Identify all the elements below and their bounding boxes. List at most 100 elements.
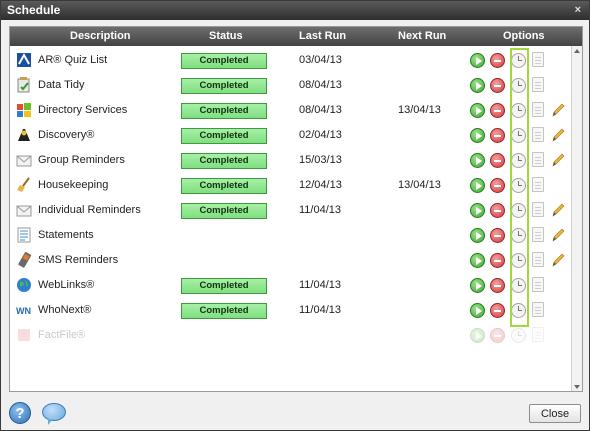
report-icon[interactable] [532, 177, 544, 192]
schedule-row[interactable]: Housekeeping Completed 12/04/13 13/04/13 [10, 173, 573, 198]
status-badge: Completed [181, 103, 267, 119]
task-description: Discovery® [38, 129, 95, 141]
stop-icon[interactable] [490, 103, 505, 118]
scroll-down-arrow-icon[interactable] [574, 385, 580, 389]
task-description: Data Tidy [38, 79, 85, 91]
task-description: Individual Reminders [38, 204, 141, 216]
schedule-row[interactable]: WebLinks® Completed 11/04/13 [10, 273, 573, 298]
discovery-icon [16, 127, 32, 143]
report-icon[interactable] [532, 227, 544, 242]
pencil-icon[interactable] [551, 152, 565, 168]
pencil-icon[interactable] [551, 102, 565, 118]
report-icon[interactable] [532, 152, 544, 167]
stop-icon[interactable] [490, 328, 505, 343]
report-icon[interactable] [532, 52, 544, 67]
help-icon[interactable]: ? [9, 402, 31, 424]
data-tidy-icon [16, 77, 32, 93]
run-icon[interactable] [470, 328, 485, 343]
vertical-scrollbar[interactable] [571, 46, 582, 391]
run-icon[interactable] [470, 78, 485, 93]
task-description: WhoNext® [38, 304, 92, 316]
stop-icon[interactable] [490, 203, 505, 218]
clock-icon[interactable] [511, 328, 526, 343]
schedule-row[interactable]: AR® Quiz List Completed 03/04/13 [10, 48, 573, 73]
report-icon[interactable] [532, 302, 544, 317]
column-header-description[interactable]: Description [70, 27, 131, 46]
report-icon[interactable] [532, 327, 544, 342]
ar-quiz-icon [16, 52, 32, 68]
task-description: Group Reminders [38, 154, 125, 166]
run-icon[interactable] [470, 53, 485, 68]
chat-bubble-icon[interactable] [42, 403, 66, 425]
schedule-row[interactable]: Individual Reminders Completed 11/04/13 [10, 198, 573, 223]
report-icon[interactable] [532, 277, 544, 292]
schedule-rows: AR® Quiz List Completed 03/04/13 Data Tidy C… [10, 46, 573, 391]
envelope-icon [16, 152, 32, 168]
task-description: AR® Quiz List [38, 54, 108, 66]
report-icon[interactable] [532, 77, 544, 92]
column-header-last-run[interactable]: Last Run [299, 27, 346, 46]
schedule-window: Schedule × Description Status Last Run N… [0, 0, 590, 431]
task-description: SMS Reminders [38, 254, 119, 266]
run-icon[interactable] [470, 228, 485, 243]
task-description: FactFile® [38, 329, 86, 341]
pencil-icon[interactable] [551, 252, 565, 268]
run-icon[interactable] [470, 303, 485, 318]
schedule-row[interactable]: Data Tidy Completed 08/04/13 [10, 73, 573, 98]
stop-icon[interactable] [490, 153, 505, 168]
schedule-row[interactable]: Statements [10, 223, 573, 248]
whonext-icon: WN [16, 302, 32, 318]
report-icon[interactable] [532, 127, 544, 142]
clock-column-highlight [510, 48, 529, 327]
stop-icon[interactable] [490, 278, 505, 293]
status-badge: Completed [181, 53, 267, 69]
report-icon[interactable] [532, 102, 544, 117]
status-badge: Completed [181, 128, 267, 144]
schedule-row[interactable]: WN WhoNext® Completed 11/04/13 [10, 298, 573, 323]
run-icon[interactable] [470, 128, 485, 143]
pencil-icon[interactable] [551, 227, 565, 243]
stop-icon[interactable] [490, 253, 505, 268]
run-icon[interactable] [470, 203, 485, 218]
task-description: Housekeeping [38, 179, 109, 191]
task-description: Statements [38, 229, 94, 241]
close-button[interactable]: Close [529, 404, 581, 423]
schedule-row[interactable]: SMS Reminders [10, 248, 573, 273]
envelope-icon [16, 202, 32, 218]
schedule-row[interactable]: Directory Services Completed 08/04/13 13/04… [10, 98, 573, 123]
run-icon[interactable] [470, 103, 485, 118]
stop-icon[interactable] [490, 53, 505, 68]
report-icon[interactable] [532, 202, 544, 217]
pencil-icon[interactable] [551, 202, 565, 218]
last-run-date: 03/04/13 [299, 54, 342, 66]
globe-icon [16, 277, 32, 293]
stop-icon[interactable] [490, 178, 505, 193]
status-badge: Completed [181, 178, 267, 194]
run-icon[interactable] [470, 153, 485, 168]
stop-icon[interactable] [490, 303, 505, 318]
schedule-row[interactable]: Group Reminders Completed 15/03/13 [10, 148, 573, 173]
run-icon[interactable] [470, 278, 485, 293]
factfile-icon [16, 327, 32, 343]
column-header-options: Options [503, 30, 545, 42]
pencil-icon[interactable] [551, 127, 565, 143]
statements-icon [16, 227, 32, 243]
svg-text:WN: WN [16, 306, 31, 316]
schedule-row[interactable]: FactFile® [10, 323, 573, 348]
schedule-row[interactable]: Discovery® Completed 02/04/13 [10, 123, 573, 148]
mobile-phone-icon [16, 251, 32, 268]
column-header-next-run[interactable]: Next Run [398, 27, 446, 46]
schedule-grid: Description Status Last Run Next Run Opt… [9, 26, 583, 392]
run-icon[interactable] [470, 178, 485, 193]
window-title: Schedule [7, 3, 61, 17]
stop-icon[interactable] [490, 228, 505, 243]
stop-icon[interactable] [490, 128, 505, 143]
run-icon[interactable] [470, 253, 485, 268]
window-close-icon[interactable]: × [575, 1, 581, 20]
stop-icon[interactable] [490, 78, 505, 93]
scroll-up-arrow-icon[interactable] [574, 49, 580, 53]
report-icon[interactable] [532, 252, 544, 267]
last-run-date: 02/04/13 [299, 129, 342, 141]
last-run-date: 11/04/13 [299, 304, 342, 316]
column-header-status[interactable]: Status [209, 27, 243, 46]
